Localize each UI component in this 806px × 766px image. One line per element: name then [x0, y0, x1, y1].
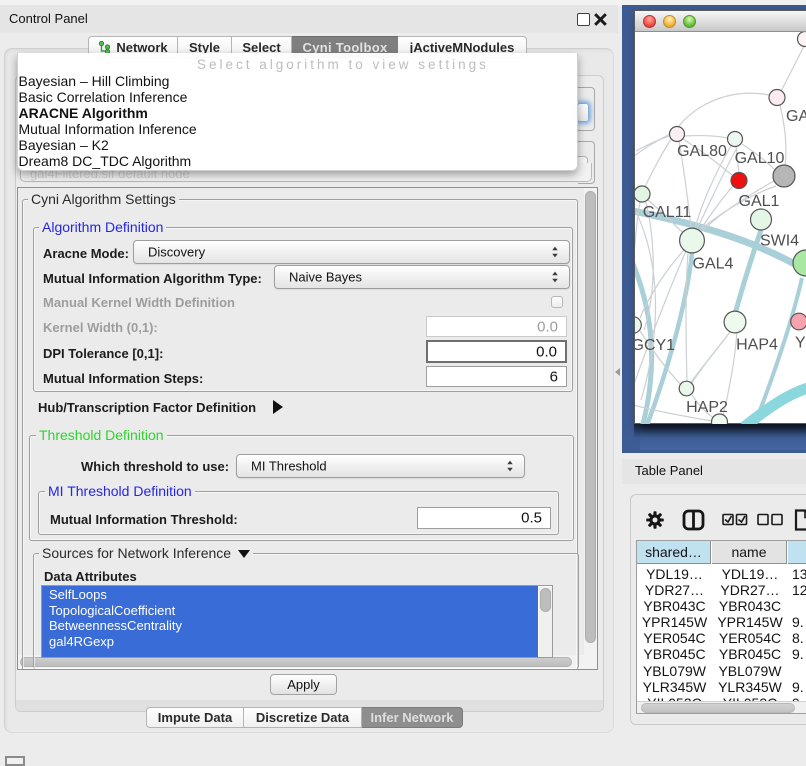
svg-text:HAP2: HAP2: [686, 399, 728, 416]
svg-text:GAL1: GAL1: [739, 193, 780, 210]
svg-text:GAL4: GAL4: [693, 256, 734, 273]
svg-text:YJ: YJ: [795, 335, 806, 352]
svg-text:GAL10: GAL10: [735, 150, 785, 167]
svg-text:GCY1: GCY1: [635, 337, 675, 354]
svg-text:HAP4: HAP4: [736, 337, 778, 354]
svg-text:GAL80: GAL80: [677, 143, 727, 160]
svg-text:GAL11: GAL11: [643, 204, 692, 221]
svg-text:GAL2: GAL2: [786, 108, 806, 125]
svg-text:SWI4: SWI4: [760, 233, 799, 250]
